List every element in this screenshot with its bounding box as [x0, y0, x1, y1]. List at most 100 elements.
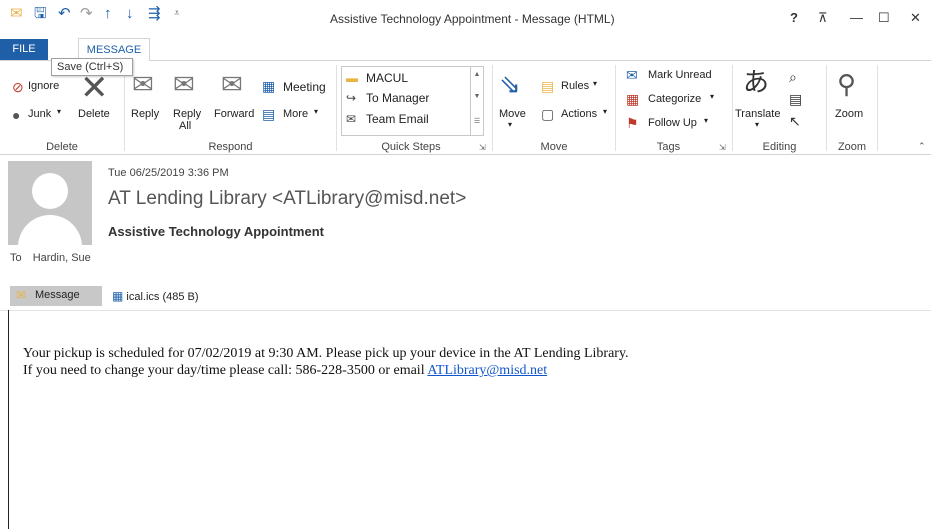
reply-all-button-line2: All	[179, 120, 192, 132]
meeting-button[interactable]: Meeting	[283, 80, 326, 94]
message-subject: Assistive Technology Appointment	[108, 224, 324, 239]
attachment-name: ical.ics (485 B)	[126, 291, 199, 303]
avatar-head-icon	[32, 173, 68, 209]
body-line-2-text: If you need to change your day/time plea…	[23, 363, 428, 378]
message-view-button[interactable]: ✉ Message	[10, 286, 102, 306]
ribbon: ⊘ Ignore ● Junk ▾ ✕ Delete Delete ✉ Repl…	[0, 61, 931, 155]
follow-up-button[interactable]: Follow Up	[648, 117, 697, 129]
expand-icon[interactable]: ☰	[471, 117, 483, 125]
translate-icon: あ	[743, 67, 770, 97]
close-button[interactable]: ✕	[910, 10, 921, 26]
to-manager-icon: ↪	[346, 91, 357, 105]
quick-step-to-manager[interactable]: To Manager	[366, 91, 429, 105]
divider	[336, 65, 337, 151]
body-line-1: Your pickup is scheduled for 07/02/2019 …	[23, 346, 629, 361]
message-view-label: Message	[35, 289, 80, 301]
actions-icon: ▢	[541, 106, 555, 122]
zoom-icon: ⚲	[837, 69, 857, 99]
scroll-up-icon[interactable]: ▲	[471, 71, 483, 78]
quick-steps-scrollbar[interactable]: ▲ ▼ ☰	[470, 67, 483, 135]
chevron-down-icon: ▾	[508, 120, 513, 129]
collapse-ribbon-icon[interactable]: ⌃	[918, 141, 926, 152]
help-button[interactable]: ?	[790, 10, 798, 25]
folder-icon: ▬	[346, 71, 358, 85]
dialog-launcher-icon[interactable]: ⇲	[719, 143, 726, 152]
tags-group: ✉ Mark Unread ▦ Categorize ▾ ⚑ Follow Up…	[616, 61, 732, 154]
junk-button[interactable]: Junk	[28, 108, 51, 120]
quick-steps-gallery[interactable]: ▬ MACUL ↪ To Manager ✉ Team Email ▲ ▼ ☰	[341, 66, 484, 136]
actions-button[interactable]: Actions	[561, 108, 597, 120]
find-icon[interactable]: ⌕	[789, 69, 797, 85]
rules-button[interactable]: Rules	[561, 80, 589, 92]
delete-button[interactable]: Delete	[78, 108, 110, 120]
tags-group-label: Tags	[656, 141, 681, 153]
minimize-button[interactable]: —	[850, 10, 863, 25]
to-label: To	[10, 252, 22, 264]
ribbon-tabs: FILE MESSAGE	[0, 34, 931, 61]
more-button[interactable]: More	[283, 108, 308, 120]
chevron-down-icon: ▾	[57, 107, 62, 116]
zoom-group-label: Zoom	[837, 141, 867, 153]
dialog-launcher-icon[interactable]: ⇲	[479, 143, 486, 152]
envelope-icon: ✉	[16, 288, 27, 302]
categorize-icon: ▦	[626, 91, 640, 107]
zoom-button[interactable]: Zoom	[835, 108, 863, 120]
chevron-down-icon: ▾	[710, 92, 715, 101]
move-group: ⇘ Move ▾ ▤ Rules ▾ ▢ Actions ▾ Move	[493, 61, 615, 154]
scroll-down-icon[interactable]: ▼	[471, 93, 483, 100]
move-button[interactable]: Move	[499, 108, 526, 120]
forward-button[interactable]: Forward	[214, 108, 254, 120]
move-group-label: Move	[540, 141, 568, 153]
more-icon: ▤	[262, 106, 276, 122]
replace-icon[interactable]: ▤	[789, 91, 802, 107]
categorize-button[interactable]: Categorize	[648, 93, 701, 105]
chevron-down-icon: ▾	[593, 79, 598, 88]
maximize-button[interactable]: ☐	[878, 10, 890, 26]
rules-icon: ▤	[541, 78, 555, 94]
delete-icon: ✕	[80, 69, 109, 107]
chevron-down-icon: ▾	[314, 107, 319, 116]
forward-icon: ✉	[221, 69, 243, 99]
reply-icon: ✉	[132, 69, 154, 99]
save-tooltip: Save (Ctrl+S)	[51, 58, 133, 76]
title-bar: ✉ 🖫 ↶ ↷ ↑ ↓ ⇶ ⩡ Assistive Technology App…	[0, 0, 931, 34]
attachment-ical[interactable]: ▦ ical.ics (485 B)	[112, 289, 199, 303]
save-icon[interactable]: 🖫	[34, 5, 47, 23]
reply-all-icon: ✉	[173, 69, 195, 99]
select-icon[interactable]: ↖	[789, 113, 801, 129]
ribbon-display-button[interactable]: ⊼	[818, 10, 828, 26]
translate-button[interactable]: Translate	[735, 108, 780, 120]
email-link[interactable]: ATLibrary@misd.net	[427, 363, 547, 378]
mark-unread-button[interactable]: Mark Unread	[648, 69, 712, 81]
divider	[877, 65, 878, 151]
move-icon: ⇘	[499, 69, 521, 99]
window-title: Assistive Technology Appointment - Messa…	[330, 12, 615, 26]
quick-step-macul[interactable]: MACUL	[366, 71, 408, 85]
quick-step-team-email[interactable]: Team Email	[366, 112, 429, 126]
chevron-down-icon: ▾	[704, 116, 709, 125]
delete-group-label: Delete	[46, 141, 78, 153]
tab-file[interactable]: FILE	[0, 39, 48, 60]
down-arrow-icon[interactable]: ↓	[126, 5, 134, 23]
mark-unread-icon: ✉	[626, 67, 638, 83]
message-sender[interactable]: AT Lending Library <ATLibrary@misd.net>	[108, 188, 466, 210]
qat-customize-icon[interactable]: ⩡	[174, 5, 180, 23]
respond-group: ✉ Reply ✉ Reply All ✉ Forward ▦ Meeting …	[125, 61, 336, 154]
redo-icon[interactable]: ↷	[80, 5, 93, 23]
avatar-body-icon	[18, 215, 82, 245]
reply-all-button[interactable]: Reply	[173, 108, 201, 120]
ignore-icon: ⊘	[12, 79, 24, 95]
message-recipients: To Hardin, Sue	[10, 252, 91, 264]
to-recipient[interactable]: Hardin, Sue	[33, 252, 91, 264]
reply-button[interactable]: Reply	[131, 108, 159, 120]
editing-group-label: Editing	[762, 141, 797, 153]
zoom-group: ⚲ Zoom Zoom	[827, 61, 877, 154]
ignore-button[interactable]: Ignore	[28, 80, 59, 92]
team-email-icon: ✉	[346, 112, 357, 126]
forward-qat-icon[interactable]: ⇶	[148, 5, 161, 23]
mail-icon: ✉	[10, 5, 23, 22]
divider	[8, 310, 9, 529]
undo-icon[interactable]: ↶	[58, 5, 71, 23]
up-arrow-icon[interactable]: ↑	[104, 5, 112, 23]
attachment-bar: ✉ Message ▦ ical.ics (485 B)	[0, 285, 931, 311]
